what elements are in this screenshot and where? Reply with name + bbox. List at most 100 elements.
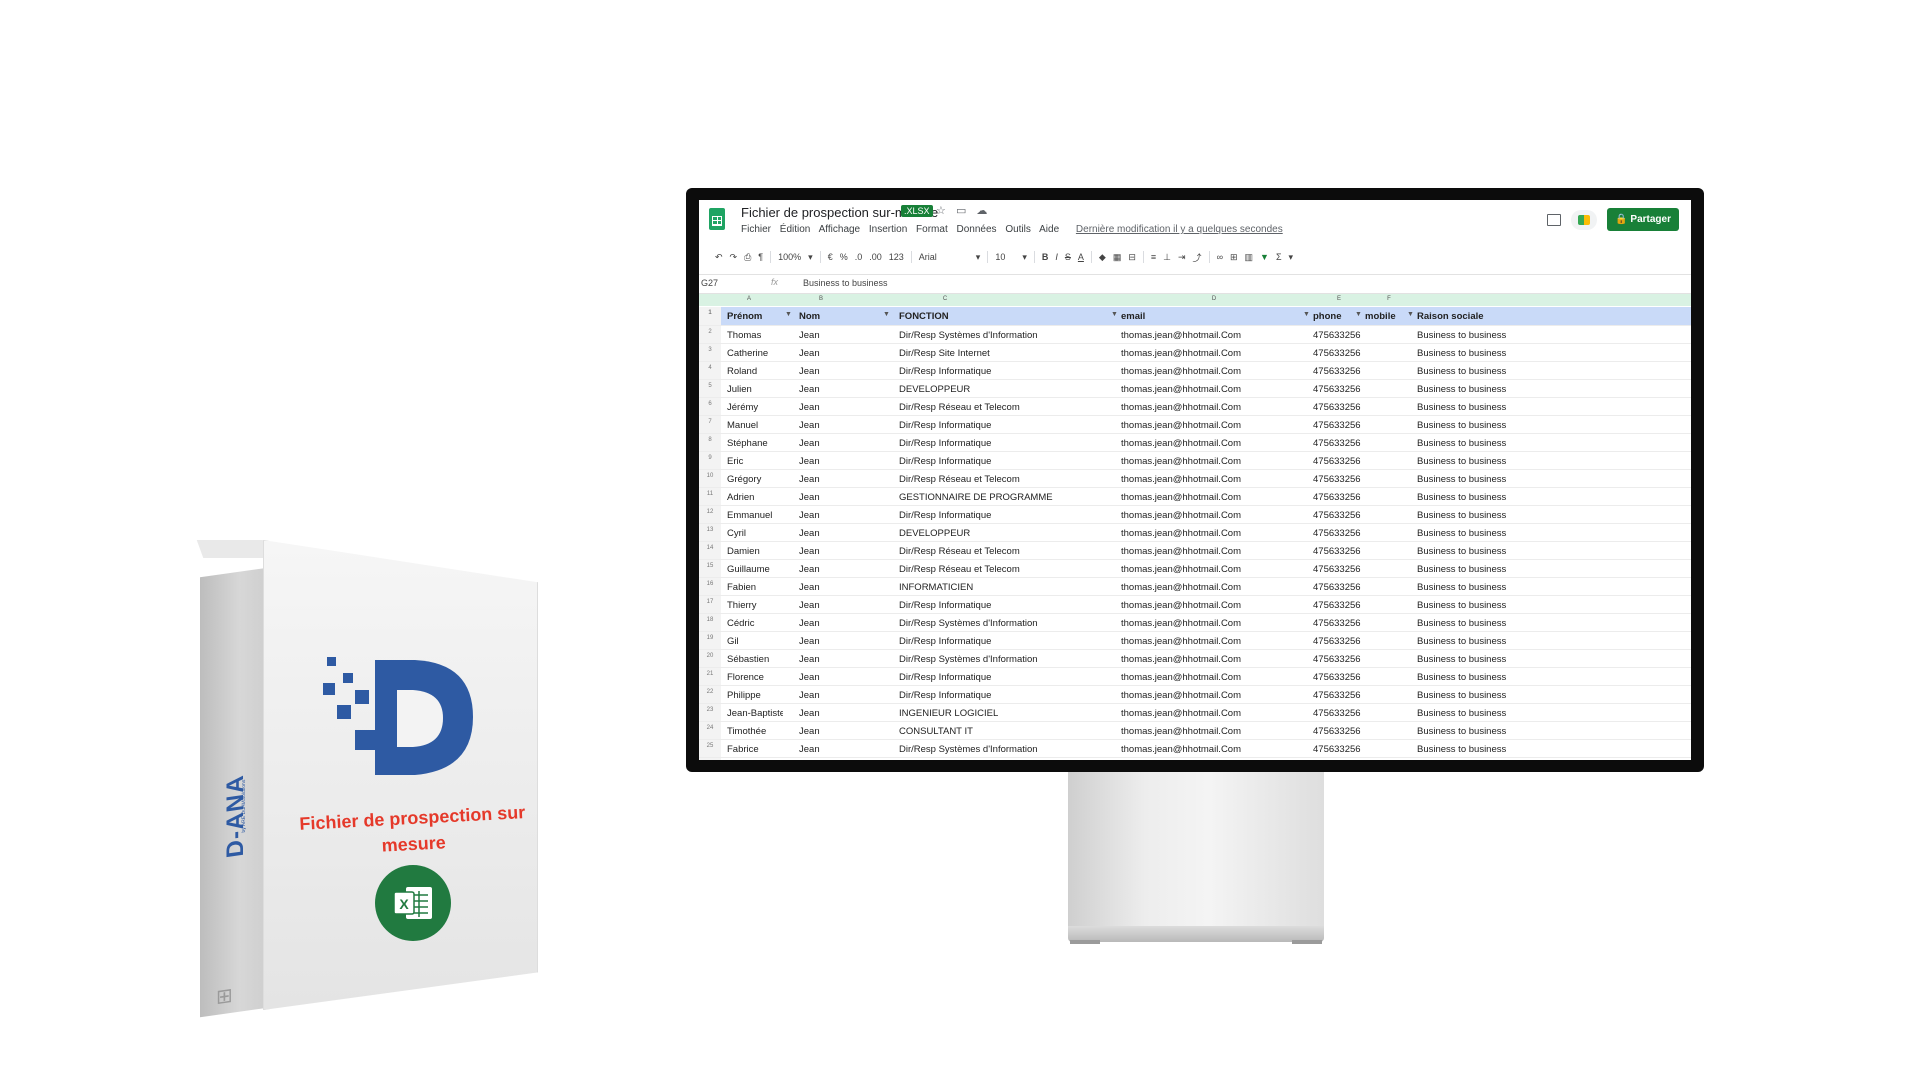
cell-email[interactable]: thomas.jean@hhotmail.Com [1121,744,1301,755]
cell-raison-sociale[interactable]: Business to business [1417,654,1617,665]
insert-comment-icon[interactable]: ⊞ [1230,252,1238,263]
cell-fonction[interactable]: GESTIONNAIRE DE PROGRAMME [899,492,1119,503]
cell-raison-sociale[interactable]: Business to business [1417,618,1617,629]
font-select[interactable]: Arial [919,252,969,262]
row-number[interactable]: 4 [699,362,721,379]
filter-icon[interactable]: ▼ [785,311,792,318]
cell-prenom[interactable]: Guillaume [727,564,783,575]
row-number[interactable]: 10 [699,470,721,487]
cell-fonction[interactable]: DEVELOPPEUR [899,528,1119,539]
cell-raison-sociale[interactable]: Business to business [1417,528,1617,539]
cell-raison-sociale[interactable]: Business to business [1417,402,1617,413]
filter-icon[interactable]: ▼ [1111,311,1118,318]
cell-nom[interactable]: Jean [799,492,879,503]
cell-prenom[interactable]: Cyril [727,528,783,539]
cell-fonction[interactable]: Dir/Resp Informatique [899,456,1119,467]
cell-prenom[interactable]: Fabien [727,582,783,593]
cell-prenom[interactable]: Timothée [727,726,783,737]
cell-fonction[interactable]: Dir/Resp Systèmes d'Information [899,744,1119,755]
column-header-f[interactable]: F [1379,296,1399,302]
cell-phone[interactable]: 475633256 [1313,366,1363,377]
header-cell-fonction[interactable]: FONCTION [899,311,1119,322]
cell-phone[interactable]: 475633256 [1313,690,1363,701]
row-number[interactable]: 17 [699,596,721,613]
cell-fonction[interactable]: Dir/Resp Informatique [899,600,1119,611]
cell-nom[interactable]: Jean [799,366,879,377]
cell-fonction[interactable]: Dir/Resp Informatique [899,672,1119,683]
cell-fonction[interactable]: Dir/Resp Site Internet [899,348,1119,359]
percent-button[interactable]: % [840,252,848,262]
insert-link-icon[interactable]: ∞ [1217,252,1223,262]
decrease-decimal-button[interactable]: .0 [855,252,863,262]
menu-item-format[interactable]: Format [916,224,948,235]
menu-item-insertion[interactable]: Insertion [869,224,907,235]
cell-email[interactable]: thomas.jean@hhotmail.Com [1121,330,1301,341]
cell-phone[interactable]: 475633256 [1313,510,1363,521]
cell-fonction[interactable]: Dir/Resp Informatique [899,366,1119,377]
cell-email[interactable]: thomas.jean@hhotmail.Com [1121,492,1301,503]
cell-fonction[interactable]: Dir/Resp Systèmes d'Information [899,618,1119,629]
cell-prenom[interactable]: Stéphane [727,438,783,449]
cell-nom[interactable]: Jean [799,636,879,647]
column-header-d[interactable]: D [1204,296,1224,302]
cell-phone[interactable]: 475633256 [1313,456,1363,467]
cell-prenom[interactable]: Manuel [727,420,783,431]
align-horizontal-icon[interactable]: ≡ [1151,252,1156,262]
cell-prenom[interactable]: Eric [727,456,783,467]
cell-prenom[interactable]: Jean-Baptiste [727,708,783,719]
cell-raison-sociale[interactable]: Business to business [1417,330,1617,341]
meet-icon[interactable] [1571,209,1598,230]
cloud-status-icon[interactable]: ☁ [976,205,987,217]
cell-nom[interactable]: Jean [799,348,879,359]
cell-nom[interactable]: Jean [799,582,879,593]
cell-nom[interactable]: Jean [799,330,879,341]
row-number[interactable]: 13 [699,524,721,541]
cell-fonction[interactable]: Dir/Resp Informatique [899,510,1119,521]
row-number[interactable]: 18 [699,614,721,631]
cell-prenom[interactable]: Sébastien [727,654,783,665]
bold-button[interactable]: B [1042,252,1049,262]
row-number[interactable]: 20 [699,650,721,667]
cell-fonction[interactable]: Dir/Resp Systèmes d'Information [899,654,1119,665]
cell-fonction[interactable]: Dir/Resp Informatique [899,636,1119,647]
row-number[interactable]: 12 [699,506,721,523]
cell-prenom[interactable]: Florence [727,672,783,683]
cell-phone[interactable]: 475633256 [1313,618,1363,629]
cell-fonction[interactable]: DEVELOPPEUR [899,384,1119,395]
cell-prenom[interactable]: Roland [727,366,783,377]
row-number[interactable]: 11 [699,488,721,505]
row-number[interactable]: 19 [699,632,721,649]
last-modified-link[interactable]: Dernière modification il y a quelques se… [1076,224,1283,235]
cell-raison-sociale[interactable]: Business to business [1417,636,1617,647]
increase-decimal-button[interactable]: .00 [869,252,882,262]
cell-fonction[interactable]: Dir/Resp Réseau et Telecom [899,564,1119,575]
cell-raison-sociale[interactable]: Business to business [1417,546,1617,557]
cell-email[interactable]: thomas.jean@hhotmail.Com [1121,654,1301,665]
filter-icon[interactable]: ▼ [883,311,890,318]
cell-raison-sociale[interactable]: Business to business [1417,726,1617,737]
cell-raison-sociale[interactable]: Business to business [1417,474,1617,485]
cell-nom[interactable]: Jean [799,726,879,737]
menu-item-edition[interactable]: Édition [780,224,811,235]
cell-email[interactable]: thomas.jean@hhotmail.Com [1121,546,1301,557]
cell-phone[interactable]: 475633256 [1313,528,1363,539]
cell-prenom[interactable]: Grégory [727,474,783,485]
cell-raison-sociale[interactable]: Business to business [1417,456,1617,467]
cell-nom[interactable]: Jean [799,672,879,683]
header-cell-prenom[interactable]: Prénom [727,311,783,322]
cell-email[interactable]: thomas.jean@hhotmail.Com [1121,726,1301,737]
column-header-e[interactable]: E [1329,296,1349,302]
merge-cells-icon[interactable]: ⊟ [1128,252,1136,263]
header-cell-nom[interactable]: Nom [799,311,879,322]
row-number[interactable]: 15 [699,560,721,577]
cell-phone[interactable]: 475633256 [1313,582,1363,593]
row-number[interactable]: 22 [699,686,721,703]
cell-prenom[interactable]: Catherine [727,348,783,359]
cell-raison-sociale[interactable]: Business to business [1417,582,1617,593]
text-rotation-icon[interactable]: ⤴ [1193,251,1202,264]
menu-item-fichier[interactable]: Fichier [741,224,771,235]
cell-nom[interactable]: Jean [799,708,879,719]
row-number[interactable]: 3 [699,344,721,361]
align-vertical-icon[interactable]: ⊥ [1163,252,1171,263]
cell-nom[interactable]: Jean [799,438,879,449]
